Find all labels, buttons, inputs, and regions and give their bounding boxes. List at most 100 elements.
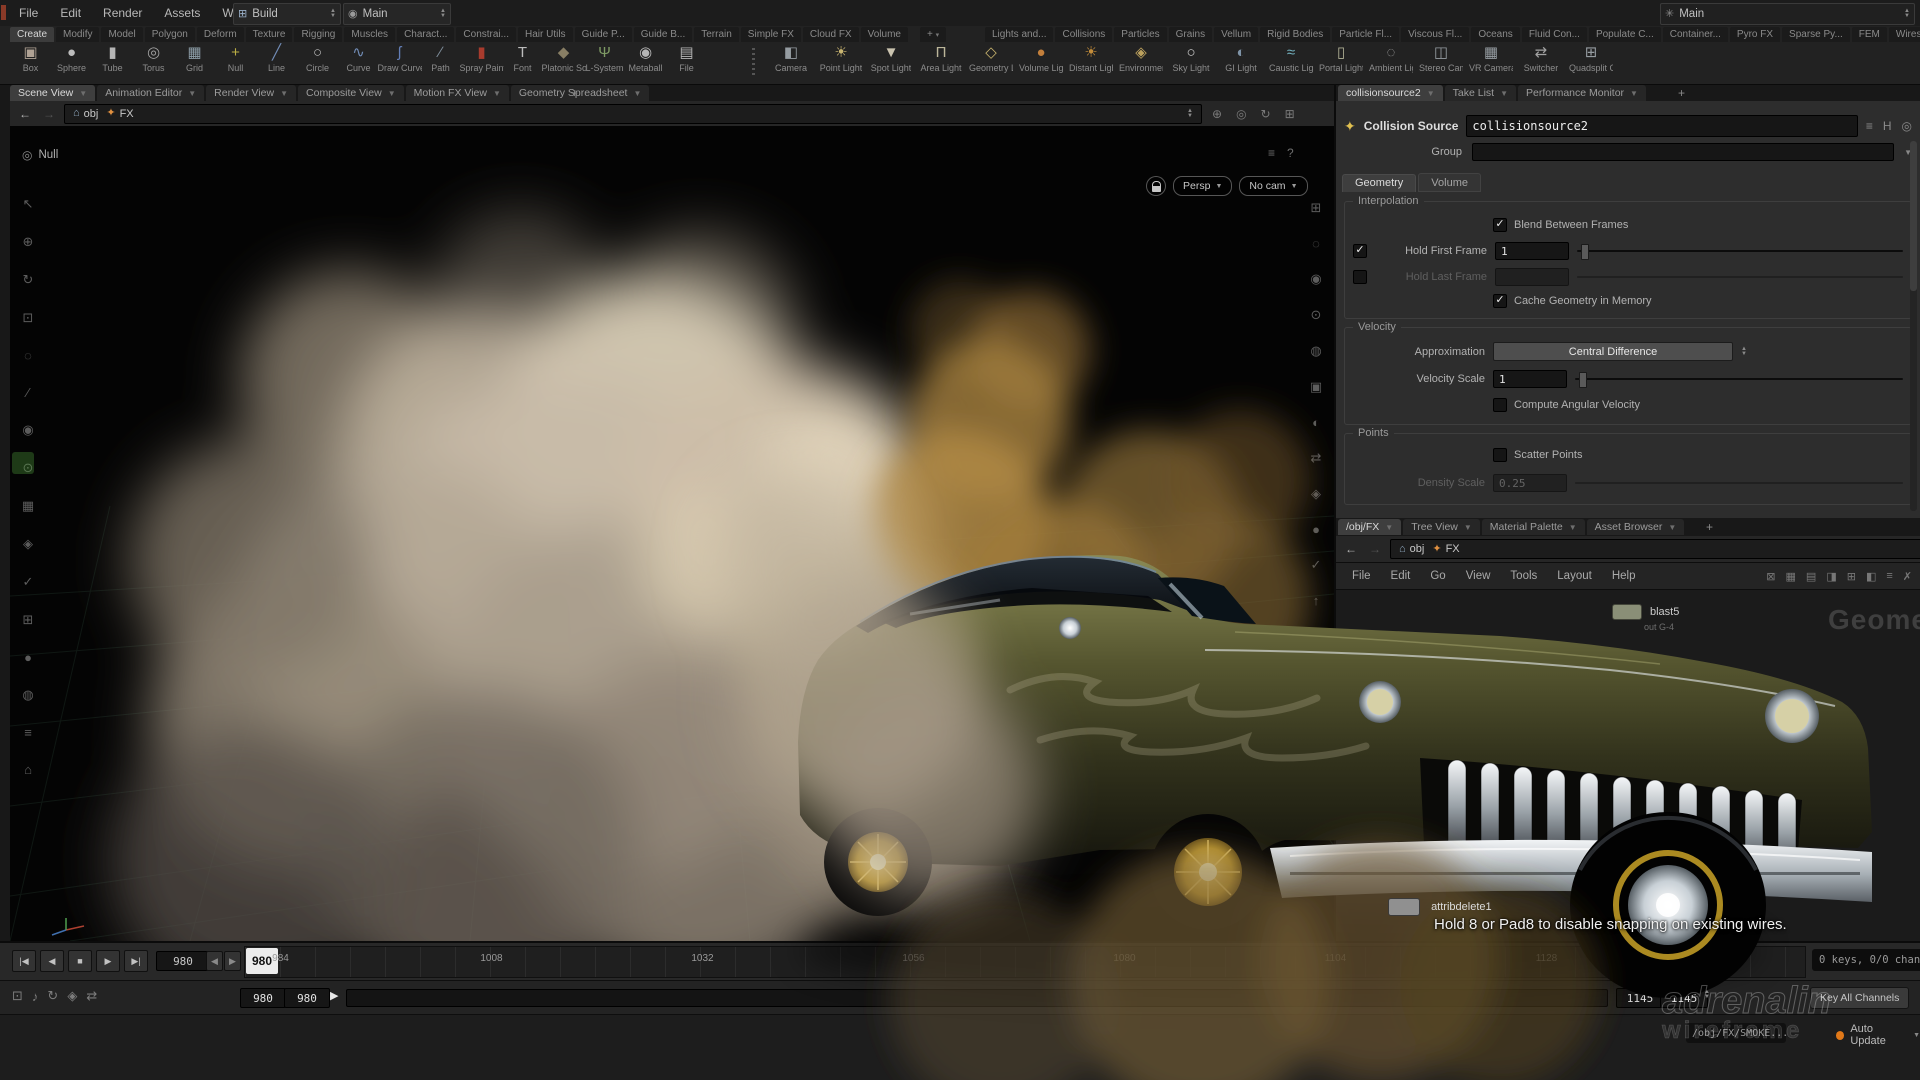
shelf-tab[interactable]: Deform	[197, 27, 244, 42]
viewport-display-icon[interactable]: ◉	[1310, 271, 1321, 287]
viewport-tool-icon[interactable]: ⊕	[23, 234, 34, 250]
hold-first-frame-toggle[interactable]: ✓	[1353, 244, 1367, 258]
network-menu-item[interactable]: File	[1342, 570, 1381, 582]
viewport-tool-icon[interactable]: ▦	[22, 498, 34, 514]
shelf-tab[interactable]: Texture	[246, 27, 293, 42]
approximation-spinner-icon[interactable]: ▲▼	[1741, 347, 1747, 357]
shelf-tab[interactable]: Populate C...	[1589, 27, 1661, 42]
shelf-tool[interactable]: ◐ GI Light	[1216, 44, 1266, 84]
network-menu-item[interactable]: Go	[1420, 570, 1455, 582]
status-path-box[interactable]: /obj/FX/SMOKE...	[1686, 1023, 1786, 1043]
transport-button[interactable]: ◀	[40, 950, 64, 972]
pane-tab[interactable]: Motion FX View▼	[406, 85, 509, 101]
viewport-tool-icon[interactable]: ◍	[22, 687, 33, 703]
network-menu-item[interactable]: Layout	[1547, 570, 1602, 582]
viewport-tool-icon[interactable]: ◉	[22, 422, 33, 438]
pane-tab[interactable]: collisionsource2▼	[1338, 85, 1443, 101]
viewport-display-icon[interactable]: ◈	[1311, 486, 1321, 502]
network-toolbar-icon[interactable]: ◨	[1826, 570, 1836, 583]
menu-item[interactable]: Assets	[153, 0, 211, 26]
shelf-tool[interactable]: ▤ File	[666, 44, 707, 84]
pane-tab[interactable]: Tree View▼	[1403, 519, 1480, 535]
tab-geometry[interactable]: Geometry	[1342, 174, 1416, 192]
range-end-field[interactable]: 1145	[1660, 988, 1708, 1008]
path-spinner-icon[interactable]: ▲▼	[1187, 109, 1193, 119]
pane-tab[interactable]: Scene View▼	[10, 85, 95, 101]
shelf-tool[interactable]: ⇄ Switcher	[1516, 44, 1566, 84]
viewport-display-icon[interactable]: ✓	[1311, 557, 1322, 573]
transport-button[interactable]: ▶|	[124, 950, 148, 972]
shelf-tab[interactable]: Container...	[1663, 27, 1728, 42]
back-icon[interactable]: ←	[16, 107, 34, 121]
shelf-tab[interactable]: Cloud FX	[803, 27, 859, 42]
network-toolbar-icon[interactable]: ◧	[1866, 570, 1876, 583]
network-toolbar-icon[interactable]: ✗	[1903, 570, 1912, 583]
viewport-display-icon[interactable]: ◐	[1312, 415, 1320, 430]
spinner-icon[interactable]: ▲▼	[440, 9, 446, 19]
viewport-display-icon[interactable]: ▣	[1310, 379, 1322, 395]
compute-angular-velocity-checkbox[interactable]	[1493, 398, 1507, 412]
density-scale-slider[interactable]	[1575, 482, 1903, 484]
shelf-tool[interactable]: ▮ Tube	[92, 44, 133, 84]
shelf-tool[interactable]: ○ Circle	[297, 44, 338, 84]
transport-button[interactable]: ■	[68, 950, 92, 972]
shelf-tool[interactable]: ● Volume Light	[1016, 44, 1066, 84]
shelf-tab-add[interactable]: + ▾	[920, 27, 946, 42]
range-spinner-icon[interactable]: ▲▼	[1704, 990, 1710, 1000]
approximation-dropdown[interactable]: Central Difference	[1493, 342, 1733, 361]
shelf-tool[interactable]: ◇ Geometry Light	[966, 44, 1016, 84]
shelf-tool[interactable]: Ψ L-System	[584, 44, 625, 84]
shelf-tool[interactable]: ○ Sky Light	[1166, 44, 1216, 84]
shelf-tab[interactable]: Charact...	[397, 27, 454, 42]
range-start-field[interactable]: 980	[240, 988, 286, 1008]
viewport-corner-icon[interactable]: ?	[1287, 146, 1294, 160]
breadcrumb-fx[interactable]: ✦ FX	[1432, 543, 1459, 555]
pane-tab[interactable]: Composite View▼	[298, 85, 404, 101]
shelf-tab[interactable]: Constrai...	[456, 27, 516, 42]
viewport-tool-icon[interactable]: ●	[24, 650, 32, 665]
shelf-tool[interactable]: ▦ VR Camera	[1466, 44, 1516, 84]
viewport-tool-icon[interactable]: ↻	[23, 272, 34, 288]
shelf-tool[interactable]: ▯ Portal Light	[1316, 44, 1366, 84]
viewport-display-icon[interactable]: ≈	[1312, 628, 1319, 643]
shelf-tool[interactable]: ▣ Box	[10, 44, 51, 84]
shelf-tab[interactable]: Viscous Fl...	[1401, 27, 1469, 42]
viewport-tool-icon[interactable]: ↖	[23, 196, 34, 212]
pane-tab[interactable]: Render View▼	[206, 85, 296, 101]
shelf-tab[interactable]: Sparse Py...	[1782, 27, 1850, 42]
pathbar-icon[interactable]: ⊕	[1212, 107, 1222, 121]
playback-end-field[interactable]: 1145	[1616, 988, 1664, 1008]
viewport-tool-icon[interactable]: ⊡	[23, 310, 34, 326]
network-toolbar-icon[interactable]: ▦	[1786, 570, 1796, 583]
menu-item[interactable]: Render	[92, 0, 153, 26]
shelf-tab[interactable]: Model	[101, 27, 142, 42]
breadcrumb-obj[interactable]: ⌂ obj	[73, 108, 98, 120]
network-toolbar-icon[interactable]: ⊠	[1766, 570, 1775, 583]
shelf-tool[interactable]: ◫ Stereo Camera	[1416, 44, 1466, 84]
hold-last-frame-field[interactable]	[1495, 268, 1569, 286]
viewport-tool-icon[interactable]: ∕	[27, 385, 29, 400]
network-toolbar-icon[interactable]: ⊞	[1847, 570, 1856, 583]
shelf-tab[interactable]: Collisions	[1055, 27, 1112, 42]
shelf-tab[interactable]: Modify	[56, 27, 99, 42]
forward-icon[interactable]: →	[40, 107, 58, 121]
transport-button[interactable]: ▶	[96, 950, 120, 972]
viewport-display-icon[interactable]: ●	[1312, 522, 1320, 537]
shelf-tool[interactable]: ∿ Curve	[338, 44, 379, 84]
playback-option-icon[interactable]: ⇄	[86, 988, 97, 1004]
params-add-pane-tab[interactable]: +	[1672, 86, 1691, 100]
scene-viewport[interactable]: ◎ Null ≡? Persp▼ No cam▼ ↖⊕↻⊡◌∕◉⊙▦◈✓⊞●◍≡…	[10, 126, 1334, 941]
shelf-tool[interactable]: ╱ Line	[256, 44, 297, 84]
shelf-tool[interactable]: ☀ Point Light	[816, 44, 866, 84]
shelf-tool[interactable]: ◧ Camera	[766, 44, 816, 84]
shelf-tab[interactable]: Terrain	[694, 27, 739, 42]
network-path-field[interactable]: ⌂ obj ✦ FX	[1390, 539, 1920, 559]
shelf-tool[interactable]: ◌ Ambient Light	[1366, 44, 1416, 84]
hold-last-frame-toggle[interactable]	[1353, 270, 1367, 284]
network-menu-item[interactable]: Help	[1602, 570, 1646, 582]
cache-geometry-checkbox[interactable]: ✓	[1493, 294, 1507, 308]
shelf-tab[interactable]: Rigging	[294, 27, 342, 42]
shelf-tool[interactable]: ◈ Environment Light	[1116, 44, 1166, 84]
pane-tab[interactable]: Material Palette▼	[1482, 519, 1585, 535]
forward-icon[interactable]: →	[1366, 542, 1384, 556]
